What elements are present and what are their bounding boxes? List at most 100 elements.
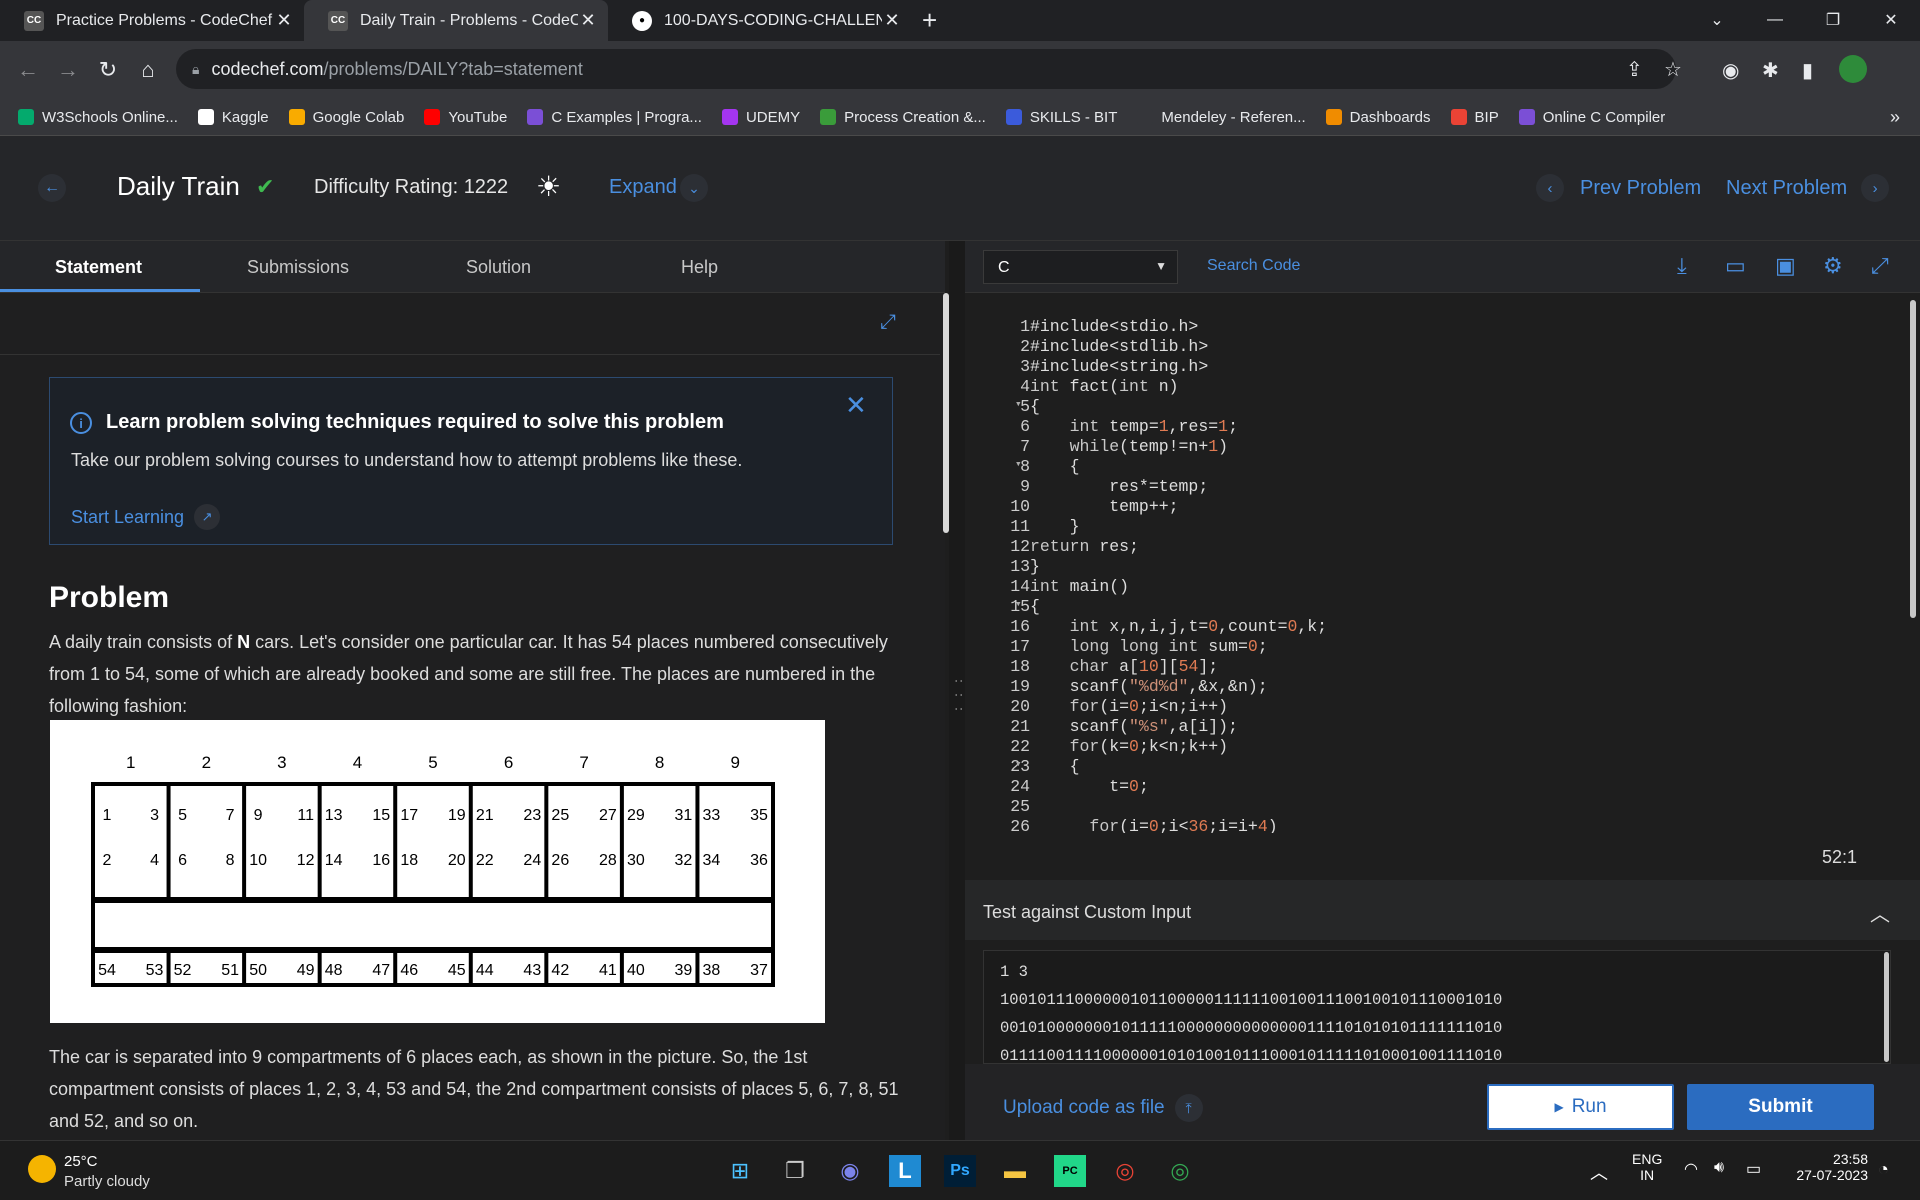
bookmark-item[interactable]: Dashboards	[1325, 109, 1431, 126]
fullscreen-icon[interactable]: ⤢	[880, 311, 896, 334]
bookmark-item[interactable]: YouTube	[424, 109, 507, 126]
star-icon[interactable]: ☆	[1664, 57, 1682, 82]
code-line[interactable]: 9 res*=temp;	[965, 477, 1905, 497]
browser-tab-github[interactable]: ● 100-DAYS-CODING-CHALLENGE/ ✕	[608, 0, 912, 41]
code-line[interactable]: 25	[965, 797, 1905, 817]
theme-toggle-icon[interactable]: ☀	[536, 170, 561, 203]
code-line[interactable]: 20 for(i=0;i<n;i++)	[965, 697, 1905, 717]
app-l-icon[interactable]: L	[889, 1155, 921, 1187]
code-line[interactable]: 15 ▾ {	[965, 597, 1905, 617]
submit-button[interactable]: Submit	[1687, 1084, 1874, 1130]
language-select[interactable]: C ▼	[983, 250, 1178, 284]
code-line[interactable]: 16 int x,n,i,j,t=0,count=0,k;	[965, 617, 1905, 637]
clock[interactable]: 23:58 27-07-2023	[1778, 1151, 1868, 1183]
chrome-icon[interactable]: ◎	[1109, 1155, 1141, 1187]
code-line[interactable]: 10 temp++;	[965, 497, 1905, 517]
forward-arrow-icon[interactable]: →	[48, 57, 88, 83]
back-arrow-icon[interactable]: ←	[8, 57, 48, 83]
fold-arrow-icon[interactable]: ▾	[1015, 757, 1022, 771]
close-icon[interactable]: ✕	[578, 10, 598, 31]
prev-problem-button[interactable]: ‹ Prev Problem	[1536, 174, 1701, 202]
chevron-up-tray-icon[interactable]: ︿	[1590, 1159, 1608, 1185]
browser-tab-practice[interactable]: CC Practice Problems - CodeChef ✕	[0, 0, 304, 41]
bookmark-item[interactable]: Google Colab	[288, 109, 404, 126]
custom-input-header[interactable]: Test against Custom Input ︿	[965, 880, 1920, 940]
bookmark-item[interactable]: SKILLS - BIT	[1005, 109, 1117, 126]
profile-avatar[interactable]	[1839, 55, 1867, 83]
custom-input-textarea[interactable]: 1 3 1001011100000010110000011111100100111…	[983, 950, 1891, 1064]
close-icon[interactable]: ✕	[274, 10, 294, 31]
chat-icon[interactable]: ◉	[834, 1155, 866, 1187]
url-bar[interactable]: 🔒︎ codechef.com/problems/DAILY?tab=state…	[176, 49, 1682, 89]
back-button[interactable]: ←	[38, 174, 66, 202]
task-view-icon[interactable]: ❐	[779, 1155, 811, 1187]
photoshop-icon[interactable]: Ps	[944, 1155, 976, 1187]
expand-button[interactable]: Expand	[609, 176, 677, 199]
code-line[interactable]: 17 long long int sum=0;	[965, 637, 1905, 657]
side-panel-icon[interactable]: ▮	[1802, 58, 1813, 83]
code-line[interactable]: 18 char a[10][54];	[965, 657, 1905, 677]
code-line[interactable]: 12 return res;	[965, 537, 1905, 557]
share-icon[interactable]: ⇪	[1626, 57, 1643, 82]
run-button[interactable]: ▶ Run	[1487, 1084, 1674, 1130]
tab-help[interactable]: Help	[681, 257, 718, 278]
code-line[interactable]: 23 ▾ {	[965, 757, 1905, 777]
bookmark-item[interactable]: BIP	[1450, 109, 1499, 126]
minimize-icon[interactable]: —	[1746, 0, 1804, 40]
next-problem-button[interactable]: Next Problem ›	[1726, 174, 1890, 202]
close-window-icon[interactable]: ✕	[1862, 0, 1920, 40]
code-line[interactable]: 1 #include<stdio.h>	[965, 317, 1905, 337]
fullscreen-editor-icon[interactable]: ⤢	[1871, 253, 1889, 279]
tab-submissions[interactable]: Submissions	[247, 257, 349, 278]
code-line[interactable]: 24 t=0;	[965, 777, 1905, 797]
browser-tab-daily-train[interactable]: CC Daily Train - Problems - CodeChe ✕	[304, 0, 608, 41]
code-line[interactable]: 19 scanf("%d%d",&x,&n);	[965, 677, 1905, 697]
code-line[interactable]: 5 ▾ {	[965, 397, 1905, 417]
wifi-icon[interactable]: ◠	[1684, 1159, 1698, 1179]
close-banner-icon[interactable]: ✕	[845, 390, 867, 421]
upload-code-button[interactable]: Upload code as file ⤒	[1003, 1094, 1203, 1122]
lock-icon[interactable]: 🔒︎	[192, 61, 199, 78]
volume-icon[interactable]: 🔊︎	[1714, 1159, 1724, 1177]
chevron-up-icon[interactable]: ︿	[1870, 898, 1890, 927]
notification-icon[interactable]: ◔	[1878, 1159, 1889, 1180]
settings-icon[interactable]: ⚙	[1823, 253, 1843, 279]
file-explorer-icon[interactable]: ▬	[999, 1155, 1031, 1187]
editor-scrollbar[interactable]	[1910, 300, 1916, 618]
panel-resizer[interactable]: ⋮⋮⋮	[949, 241, 970, 1140]
code-line[interactable]: 11 }	[965, 517, 1905, 537]
fold-arrow-icon[interactable]: ▾	[1015, 397, 1022, 411]
new-tab-button[interactable]: +	[922, 5, 937, 36]
code-line[interactable]: 14 int main()	[965, 577, 1905, 597]
chevron-down-icon[interactable]: ⌄	[680, 174, 708, 202]
code-editor[interactable]: 1 #include<stdio.h> 2 #include<stdlib.h> 3 #i…	[965, 293, 1905, 833]
code-line[interactable]: 3 #include<string.h>	[965, 357, 1905, 377]
custom-input-scrollbar[interactable]	[1884, 952, 1889, 1062]
bookmark-item[interactable]: UDEMY	[721, 109, 800, 126]
code-line[interactable]: 2 #include<stdlib.h>	[965, 337, 1905, 357]
fold-arrow-icon[interactable]: ▾	[1015, 457, 1022, 471]
bookmark-item[interactable]: W3Schools Online...	[18, 109, 178, 126]
bookmark-item[interactable]: Mendeley - Referen...	[1137, 109, 1306, 126]
extension-icon[interactable]: ◉	[1722, 58, 1739, 83]
start-learning-link[interactable]: Start Learning ↗	[71, 504, 221, 530]
code-line[interactable]: 6 int temp=1,res=1;	[965, 417, 1905, 437]
code-line[interactable]: 7 while(temp!=n+1)	[965, 437, 1905, 457]
download-icon[interactable]: ⤓	[1677, 253, 1687, 279]
language-indicator[interactable]: ENG IN	[1632, 1151, 1662, 1183]
code-line[interactable]: 21 scanf("%s",a[i]);	[965, 717, 1905, 737]
code-line[interactable]: 13}	[965, 557, 1905, 577]
tab-search-icon[interactable]: ⌄	[1688, 0, 1746, 40]
bookmark-item[interactable]: Process Creation &...	[820, 109, 986, 126]
fold-arrow-icon[interactable]: ▾	[1015, 597, 1022, 611]
code-line[interactable]: 8 ▾ {	[965, 457, 1905, 477]
code-line[interactable]: 4 int fact(int n)	[965, 377, 1905, 397]
bookmark-item[interactable]: Online C Compiler	[1518, 109, 1665, 126]
windows-start-icon[interactable]: ⊞	[724, 1155, 756, 1187]
code-line[interactable]: 26 for(i=0;i<36;i=i+4)	[965, 817, 1905, 833]
search-code-input[interactable]: Search Code	[1207, 257, 1300, 275]
save-icon[interactable]: ▣	[1775, 253, 1796, 279]
comment-icon[interactable]: ▭	[1725, 253, 1746, 279]
reload-icon[interactable]: ↻	[88, 57, 128, 83]
puzzle-icon[interactable]: ✱	[1762, 58, 1779, 83]
